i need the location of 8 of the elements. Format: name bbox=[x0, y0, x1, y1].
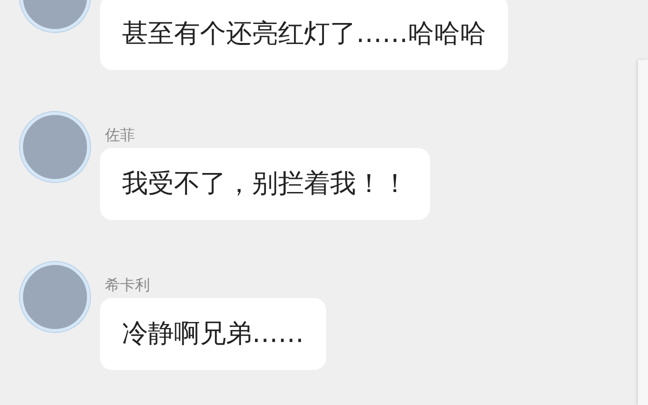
sender-name: 佐菲 bbox=[105, 126, 136, 144]
sender-name: 希卡利 bbox=[105, 276, 151, 294]
avatar-placeholder[interactable] bbox=[20, 112, 90, 182]
avatar-placeholder[interactable] bbox=[20, 262, 90, 332]
message-bubble: 我受不了，别拦着我！！ bbox=[100, 148, 430, 220]
message-bubble: 甚至有个还亮红灯了……哈哈哈 bbox=[100, 0, 508, 70]
message-bubble: 冷静啊兄弟…… bbox=[100, 298, 326, 370]
scrollbar[interactable] bbox=[638, 60, 648, 405]
